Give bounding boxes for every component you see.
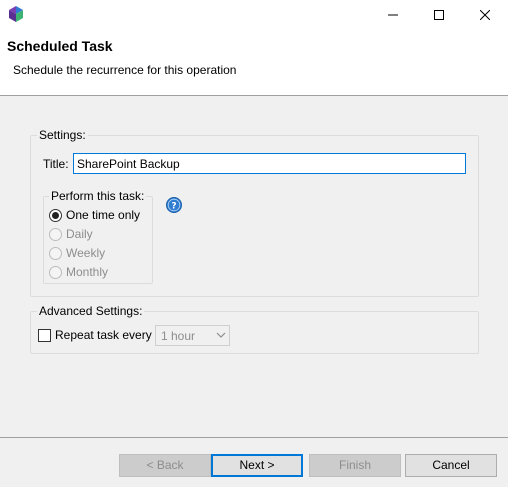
cancel-button[interactable]: Cancel: [405, 454, 497, 477]
radio-label: One time only: [66, 208, 141, 222]
close-icon: [480, 10, 490, 20]
radio-label: Weekly: [66, 246, 106, 260]
title-label: Title:: [43, 157, 69, 171]
close-button[interactable]: [462, 0, 508, 30]
finish-button[interactable]: Finish: [309, 454, 401, 477]
wizard-header: Scheduled Task Schedule the recurrence f…: [0, 30, 508, 96]
svg-text:?: ?: [171, 202, 176, 212]
radio-weekly[interactable]: Weekly: [49, 244, 105, 262]
title-bar: [0, 0, 508, 30]
repeat-task-label: Repeat task every: [55, 328, 152, 342]
radio-label: Daily: [66, 227, 93, 241]
chevron-down-icon: [216, 332, 226, 338]
next-button[interactable]: Next >: [211, 454, 303, 477]
page-subtitle: Schedule the recurrence for this operati…: [13, 63, 237, 77]
maximize-button[interactable]: [416, 0, 462, 30]
title-input[interactable]: [73, 153, 466, 174]
frequency-radio-group: One time only Daily Weekly Monthly: [43, 196, 153, 284]
radio-one-time[interactable]: One time only: [49, 206, 140, 224]
radio-button[interactable]: [49, 265, 62, 279]
advanced-settings-legend: Advanced Settings:: [37, 304, 145, 318]
repeat-task-checkbox[interactable]: [38, 329, 51, 342]
radio-monthly[interactable]: Monthly: [49, 263, 108, 281]
settings-legend: Settings:: [37, 128, 88, 142]
back-button[interactable]: < Back: [119, 454, 211, 477]
repeat-interval-value: 1 hour: [161, 329, 196, 343]
help-icon[interactable]: ?: [166, 197, 182, 213]
page-title: Scheduled Task: [7, 38, 113, 54]
minimize-icon: [388, 14, 398, 16]
footer-divider: [0, 437, 508, 438]
app-logo-icon: [9, 6, 23, 22]
repeat-interval-select[interactable]: 1 hour: [155, 325, 230, 346]
radio-button[interactable]: [49, 246, 62, 260]
maximize-icon: [434, 10, 444, 20]
radio-button[interactable]: [49, 208, 62, 222]
radio-daily[interactable]: Daily: [49, 225, 93, 243]
radio-button[interactable]: [49, 227, 62, 241]
minimize-button[interactable]: [370, 0, 416, 30]
radio-label: Monthly: [66, 265, 109, 279]
